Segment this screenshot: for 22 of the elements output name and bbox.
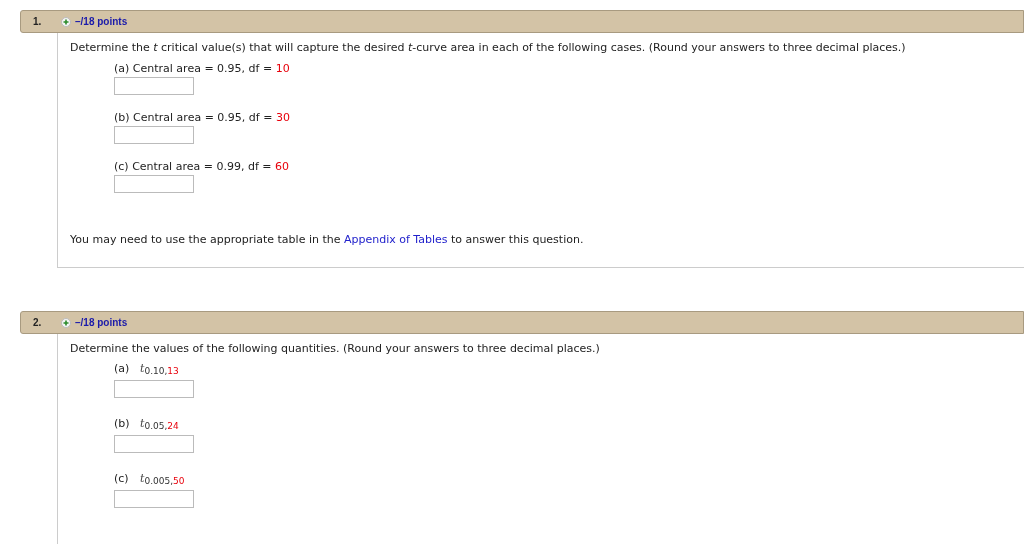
answer-field[interactable]: [114, 77, 194, 95]
answer-field[interactable]: [114, 126, 194, 144]
part-label: (c): [114, 471, 130, 487]
expand-icon[interactable]: [61, 16, 71, 27]
note-text: You may need to use the appropriate table in the Appendix of Tables to answer this question.: [70, 232, 585, 248]
question-prompt: Determine the values of the following quantities. (Round your answers to three decimal places.): [70, 341, 601, 356]
question-number: 1.: [32, 15, 43, 29]
question-prompt: Determine the t critical value(s) that will capture the desired t-curve area in each of the following cases. (Round your answers to three decimal places.): [70, 40, 907, 55]
answer-field[interactable]: [114, 380, 194, 398]
answer-field[interactable]: [114, 435, 194, 453]
points-label: –/18 points: [75, 316, 128, 330]
answer-field[interactable]: [114, 490, 194, 508]
points-label: –/18 points: [75, 15, 128, 29]
part-label: (c) Central area = 0.99, df = 60: [114, 159, 290, 174]
answer-field[interactable]: [114, 175, 194, 193]
part-label: (b) Central area = 0.95, df = 30: [114, 110, 291, 125]
part-label: (b): [114, 416, 131, 432]
appendix-link[interactable]: Appendix of Tables: [344, 233, 448, 246]
expand-icon[interactable]: [61, 317, 71, 328]
question-number: 2.: [32, 316, 43, 330]
part-label: (a): [114, 361, 131, 377]
part-label: (a) Central area = 0.95, df = 10: [114, 61, 291, 76]
